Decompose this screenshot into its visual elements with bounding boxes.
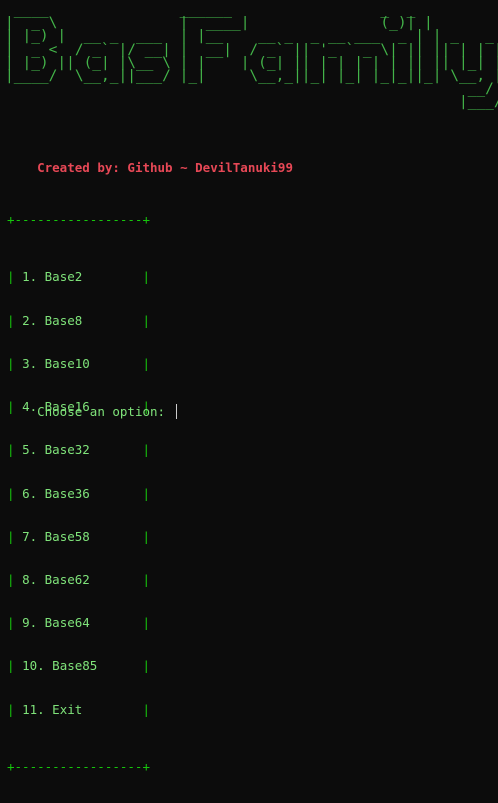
menu-item-label[interactable]: 6. Base36 (22, 486, 90, 501)
menu-edge-left: | (7, 658, 23, 674)
menu-item[interactable]: | 5. Base32 | (7, 443, 150, 457)
menu-item-label[interactable]: 1. Base2 (22, 269, 82, 284)
input-prompt[interactable]: Choose an option: (7, 385, 177, 439)
menu-edge-left: | (7, 485, 23, 501)
menu-item[interactable]: | 3. Base10 | (7, 355, 151, 371)
menu-edge-right: | (89, 615, 151, 631)
menu-item[interactable]: | 8. Base62 | (7, 571, 151, 587)
menu-edge-left: | (7, 442, 23, 458)
credit-text: Created by: Github ~ DevilTanuki99 (37, 160, 293, 175)
menu-edge-right: | (97, 658, 151, 674)
menu-edge-left: | (7, 269, 23, 285)
prompt-label: Choose an option: (37, 404, 173, 419)
menu-edge-left: | (7, 312, 23, 328)
menu-edge-right: | (89, 571, 151, 587)
menu-item[interactable]: | 6. Base36 | (7, 485, 151, 501)
menu-edge-right: | (89, 485, 151, 501)
menu-item-label[interactable]: 11. Exit (22, 702, 82, 717)
menu-edge-left: | (7, 355, 23, 371)
menu-item-label[interactable]: 7. Base58 (22, 529, 90, 544)
menu-top-border: +-----------------+ (7, 211, 150, 227)
menu-item[interactable]: | 10. Base85 | (7, 659, 150, 673)
menu-edge-left: | (7, 615, 23, 631)
menu-item[interactable]: | 7. Base58 | (7, 528, 151, 544)
menu-edge-right: | (89, 442, 151, 458)
menu-edge-right: | (82, 312, 151, 328)
text-cursor (175, 404, 177, 419)
menu-item-label[interactable]: 2. Base8 (22, 313, 82, 328)
menu-edge-right: | (89, 355, 151, 371)
menu-edge-right: | (82, 269, 151, 285)
menu-item-label[interactable]: 5. Base32 (22, 442, 90, 457)
menu-item-label[interactable]: 8. Base62 (22, 572, 90, 587)
menu-edge-right: | (82, 701, 151, 717)
menu-item[interactable]: | 1. Base2 | (7, 270, 150, 284)
menu-box: +-----------------+ | 1. Base2 | | 2. Ba… (7, 184, 150, 803)
menu-edge-left: | (7, 701, 23, 717)
ascii-art-banner: ____ ______ _ _ | _ \ | ____| (_)| | | |… (5, 2, 498, 111)
menu-bottom-border: +-----------------+ (7, 759, 150, 775)
menu-item-label[interactable]: 3. Base10 (22, 356, 90, 371)
menu-edge-right: | (89, 528, 151, 544)
menu-item-label[interactable]: 10. Base85 (22, 658, 97, 673)
menu-edge-left: | (7, 571, 23, 587)
terminal-window: ____ ______ _ _ | _ \ | ____| (_)| | | |… (0, 0, 498, 774)
menu-item[interactable]: | 9. Base64 | (7, 615, 151, 631)
menu-item[interactable]: | 2. Base8 | (7, 312, 151, 328)
menu-edge-left: | (7, 528, 23, 544)
menu-item-label[interactable]: 9. Base64 (22, 615, 90, 630)
menu-item[interactable]: | 11. Exit | (7, 701, 151, 717)
